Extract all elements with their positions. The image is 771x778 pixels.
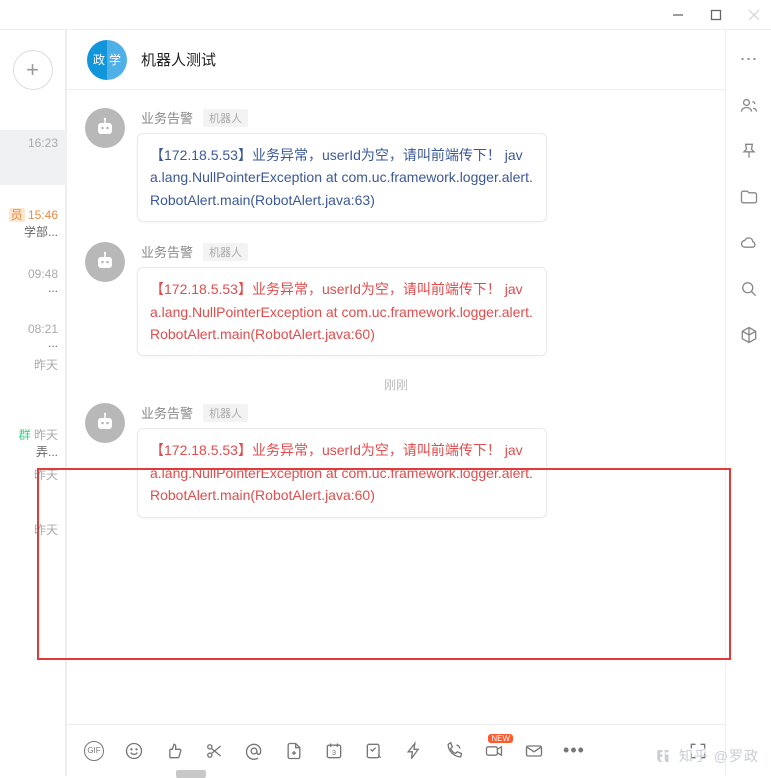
cloud-icon[interactable]	[738, 232, 760, 254]
sender-name: 业务告警	[141, 403, 193, 422]
chat-panel: 政学 机器人测试 业务告警 机器人 【172.18.5.53】业务异常，user…	[66, 30, 725, 776]
video-icon[interactable]: NEW	[483, 740, 505, 762]
chat-body[interactable]: 业务告警 机器人 【172.18.5.53】业务异常，userId为空，请叫前端…	[67, 90, 725, 724]
task-icon[interactable]	[363, 740, 385, 762]
svg-text:3: 3	[332, 748, 336, 757]
bot-avatar-icon[interactable]	[85, 242, 125, 282]
members-icon[interactable]	[738, 94, 760, 116]
minimize-icon[interactable]	[671, 8, 685, 22]
chat-list-item[interactable]: 昨天	[0, 350, 66, 405]
cube-icon[interactable]	[738, 324, 760, 346]
bot-avatar-icon[interactable]	[85, 108, 125, 148]
chat-list-item[interactable]: 群 昨天弄...	[0, 405, 66, 460]
message: 业务告警 机器人 【172.18.5.53】业务异常，userId为空，请叫前端…	[85, 108, 707, 222]
file-icon[interactable]	[283, 740, 305, 762]
chat-list-item[interactable]: 16:23	[0, 130, 66, 185]
mail-icon[interactable]	[523, 740, 545, 762]
time-divider: 刚刚	[85, 376, 707, 393]
chat-list-item[interactable]: 昨天	[0, 515, 66, 570]
chat-list-sliver: 16:23 员 15:46 学部... 09:48... 08:21... 昨天…	[0, 130, 66, 570]
gif-icon[interactable]: GIF	[83, 740, 105, 762]
chat-list-item[interactable]: 昨天	[0, 460, 66, 515]
chat-header: 政学 机器人测试	[67, 30, 725, 90]
chat-list-item[interactable]: 08:21...	[0, 295, 66, 350]
pin-icon[interactable]	[738, 140, 760, 162]
sender-name: 业务告警	[141, 242, 193, 261]
sender-name: 业务告警	[141, 108, 193, 127]
watermark: 知乎 @罗政	[655, 746, 759, 766]
chat-footer: GIF 3 NEW •••	[67, 724, 725, 776]
folder-icon[interactable]	[738, 186, 760, 208]
role-tag: 机器人	[203, 109, 248, 127]
message-bubble[interactable]: 【172.18.5.53】业务异常，userId为空，请叫前端传下！ java.…	[137, 428, 547, 517]
maximize-icon[interactable]	[709, 8, 723, 22]
chat-list-item[interactable]: 09:48...	[0, 240, 66, 295]
thumbs-up-icon[interactable]	[163, 740, 185, 762]
chat-list-item[interactable]: 员 15:46 学部...	[0, 185, 66, 240]
emoji-icon[interactable]	[123, 740, 145, 762]
scissors-icon[interactable]	[203, 740, 225, 762]
role-tag: 机器人	[203, 404, 248, 422]
close-icon[interactable]	[747, 8, 761, 22]
mention-icon[interactable]	[243, 740, 265, 762]
right-sidebar: ⋯	[725, 30, 771, 776]
chat-title: 机器人测试	[141, 49, 216, 70]
add-button[interactable]: +	[13, 50, 53, 90]
input-resize-handle[interactable]	[176, 770, 206, 778]
bot-avatar-icon[interactable]	[85, 403, 125, 443]
role-tag: 机器人	[203, 243, 248, 261]
message-bubble[interactable]: 【172.18.5.53】业务异常，userId为空，请叫前端传下！ java.…	[137, 267, 547, 356]
message: 业务告警 机器人 【172.18.5.53】业务异常，userId为空，请叫前端…	[85, 242, 707, 356]
more-horiz-icon[interactable]: ⋯	[738, 48, 760, 70]
message-bubble[interactable]: 【172.18.5.53】业务异常，userId为空，请叫前端传下！ java.…	[137, 133, 547, 222]
new-badge: NEW	[488, 734, 513, 743]
lightning-icon[interactable]	[403, 740, 425, 762]
message: 业务告警 机器人 【172.18.5.53】业务异常，userId为空，请叫前端…	[85, 403, 707, 517]
phone-icon[interactable]	[443, 740, 465, 762]
calendar-icon[interactable]: 3	[323, 740, 345, 762]
group-avatar[interactable]: 政学	[87, 40, 127, 80]
window-titlebar	[0, 0, 771, 30]
search-icon[interactable]	[738, 278, 760, 300]
more-icon[interactable]: •••	[563, 740, 585, 762]
